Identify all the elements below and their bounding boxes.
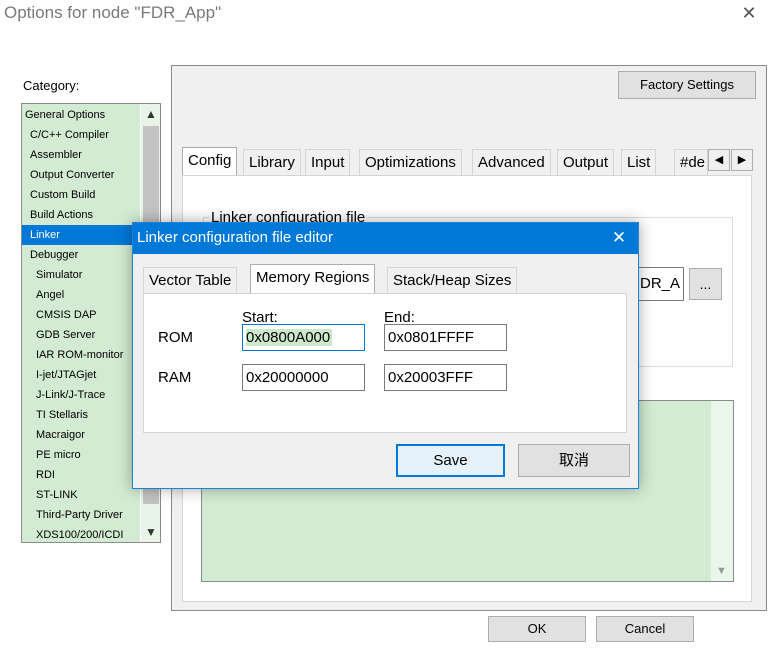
category-item-third-party-driver[interactable]: Third-Party Driver — [22, 505, 139, 525]
tab-advanced[interactable]: Advanced — [472, 149, 551, 175]
browse-button[interactable]: ... — [689, 268, 722, 300]
category-item-pe-micro[interactable]: PE micro — [22, 445, 139, 465]
tab-config[interactable]: Config — [182, 147, 238, 176]
dialog-cancel-button[interactable]: 取消 — [518, 444, 630, 477]
ok-button[interactable]: OK — [488, 616, 586, 642]
tab-library[interactable]: Library — [243, 149, 301, 175]
scroll-down-icon[interactable]: ▼ — [141, 522, 160, 542]
dialog-titlebar: Linker configuration file editor ✕ — [133, 223, 638, 254]
category-item-custom-build[interactable]: Custom Build — [22, 185, 139, 205]
tab-output[interactable]: Output — [557, 149, 615, 175]
factory-settings-button[interactable]: Factory Settings — [618, 71, 756, 99]
ram-start-input[interactable]: 0x20000000 — [242, 364, 365, 391]
ram-end-input[interactable]: 0x20003FFF — [384, 364, 507, 391]
window-titlebar: Options for node "FDR_App" ✕ — [0, 0, 770, 30]
ram-label: RAM — [158, 369, 192, 386]
dialog-close-icon[interactable]: ✕ — [607, 226, 631, 250]
save-button[interactable]: Save — [396, 444, 505, 477]
category-label: Category: — [23, 78, 80, 93]
category-item-gdb-server[interactable]: GDB Server — [22, 325, 139, 345]
rom-start-input[interactable]: 0x0800A000 — [242, 324, 365, 351]
options-tabs: Config Library Input Optimizations Advan… — [182, 147, 753, 176]
cancel-button[interactable]: Cancel — [596, 616, 694, 642]
category-item-general-options[interactable]: General Options — [22, 105, 139, 125]
dialog-title: Linker configuration file editor — [137, 229, 333, 246]
scroll-down-icon[interactable]: ▼ — [716, 565, 727, 577]
tab-define[interactable]: #de — [674, 149, 708, 175]
category-item-output-converter[interactable]: Output Converter — [22, 165, 139, 185]
linker-config-editor-dialog: Linker configuration file editor ✕ Vecto… — [132, 222, 639, 489]
rom-start-value: 0x0800A000 — [246, 329, 333, 346]
category-item-iar-rom-monitor[interactable]: IAR ROM-monitor — [22, 345, 139, 365]
category-item-c-compiler[interactable]: C/C++ Compiler — [22, 125, 139, 145]
window-close-icon[interactable]: ✕ — [738, 2, 760, 24]
category-item-simulator[interactable]: Simulator — [22, 265, 139, 285]
tab-scroll-left-icon[interactable]: ◀ — [708, 149, 730, 171]
window-title: Options for node "FDR_App" — [4, 3, 222, 22]
category-item-assembler[interactable]: Assembler — [22, 145, 139, 165]
tab-vector-table[interactable]: Vector Table — [143, 267, 238, 293]
category-item-cmsis-dap[interactable]: CMSIS DAP — [22, 305, 139, 325]
category-item-rdi[interactable]: RDI — [22, 465, 139, 485]
rom-end-input[interactable]: 0x0801FFFF — [384, 324, 507, 351]
defines-scrollbar[interactable]: ▼ — [711, 401, 733, 581]
category-item-ti-stellaris[interactable]: TI Stellaris — [22, 405, 139, 425]
rom-label: ROM — [158, 329, 193, 346]
category-item-ijet-jtagjet[interactable]: I-jet/JTAGjet — [22, 365, 139, 385]
category-item-build-actions[interactable]: Build Actions — [22, 205, 139, 225]
tab-input[interactable]: Input — [305, 149, 351, 175]
category-item-linker[interactable]: Linker — [22, 225, 139, 245]
tab-scroll-right-icon[interactable]: ▶ — [731, 149, 753, 171]
tab-memory-regions[interactable]: Memory Regions — [250, 264, 376, 294]
tab-stack-heap-sizes[interactable]: Stack/Heap Sizes — [387, 267, 518, 293]
tab-optimizations[interactable]: Optimizations — [359, 149, 462, 175]
category-item-st-link[interactable]: ST-LINK — [22, 485, 139, 505]
config-file-path-input[interactable]: DR_A — [634, 267, 684, 301]
category-item-debugger[interactable]: Debugger — [22, 245, 139, 265]
category-item-angel[interactable]: Angel — [22, 285, 139, 305]
scroll-up-icon[interactable]: ▲ — [141, 104, 160, 124]
category-item-xds100[interactable]: XDS100/200/ICDI — [22, 525, 139, 542]
category-item-jlink-jtrace[interactable]: J-Link/J-Trace — [22, 385, 139, 405]
tab-list[interactable]: List — [621, 149, 657, 175]
category-item-macraigor[interactable]: Macraigor — [22, 425, 139, 445]
